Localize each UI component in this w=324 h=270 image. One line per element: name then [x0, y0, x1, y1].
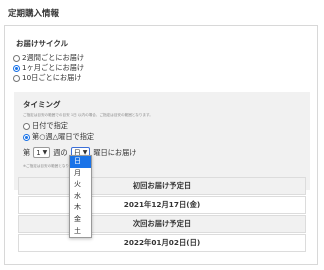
weekday-option-mon[interactable]: 月	[70, 168, 91, 180]
next-delivery-date: 2022年01月02日(日)	[18, 234, 306, 252]
cycle-option-2weeks[interactable]: 2週間ごとにお届け	[13, 53, 84, 63]
timing-title: タイミング	[23, 100, 61, 109]
cycle-option-label: 1ヶ月ごとにお届け	[22, 63, 85, 72]
cycle-option-1month[interactable]: 1ヶ月ごとにお届け	[13, 63, 84, 73]
radio-checked-icon[interactable]	[23, 133, 30, 141]
timing-option-week-day[interactable]: 第○週△曜日で指定	[23, 132, 94, 142]
weekday-option-sat[interactable]: 土	[70, 226, 91, 238]
weekday-dropdown-list[interactable]: 日 月 火 水 木 金 土	[69, 155, 92, 239]
timing-option-label: 第○週△曜日で指定	[32, 132, 95, 141]
week-suffix: 週の	[53, 147, 68, 157]
radio-icon[interactable]	[13, 54, 20, 62]
delivery-cycle-title: お届けサイクル	[16, 39, 69, 48]
weekday-option-thu[interactable]: 木	[70, 202, 91, 214]
timing-section: タイミング ご指定は目安の範囲での目安 1日 以内の場合、ご指定は目安の範囲とな…	[14, 92, 310, 190]
cycle-option-label: 2週間ごとにお届け	[22, 53, 85, 62]
chevron-down-icon: ▼	[42, 149, 48, 156]
first-delivery-label: 初回お届け予定日	[18, 177, 306, 195]
radio-icon[interactable]	[23, 122, 30, 130]
subscription-panel: お届けサイクル 2週間ごとにお届け 1ヶ月ごとにお届け 10日ごとにお届け タイ…	[4, 25, 318, 265]
weekday-option-wed[interactable]: 水	[70, 191, 91, 203]
weekday-option-fri[interactable]: 金	[70, 214, 91, 226]
weekday-option-tue[interactable]: 火	[70, 179, 91, 191]
cycle-option-label: 10日ごとにお届け	[22, 73, 82, 82]
timing-option-date[interactable]: 日付で指定	[23, 121, 68, 131]
next-delivery-label: 次回お届け予定日	[18, 215, 306, 233]
page-title: 定期購入情報	[8, 9, 60, 19]
first-delivery-date: 2021年12月17日(金)	[18, 196, 306, 214]
week-prefix: 第	[23, 147, 31, 157]
cycle-option-10days[interactable]: 10日ごとにお届け	[13, 73, 81, 83]
timing-option-label: 日付で指定	[32, 121, 68, 130]
week-number-value: 1	[36, 148, 41, 157]
weekday-suffix: 曜日にお届け	[93, 147, 137, 157]
radio-icon[interactable]	[13, 74, 20, 82]
weekday-option-sun[interactable]: 日	[70, 156, 91, 168]
week-number-select[interactable]: 1 ▼	[33, 147, 51, 158]
radio-checked-icon[interactable]	[13, 64, 20, 72]
timing-note: ご指定は目安の範囲での目安 1日 以内の場合、ご指定は目安の範囲となります。	[23, 113, 153, 117]
